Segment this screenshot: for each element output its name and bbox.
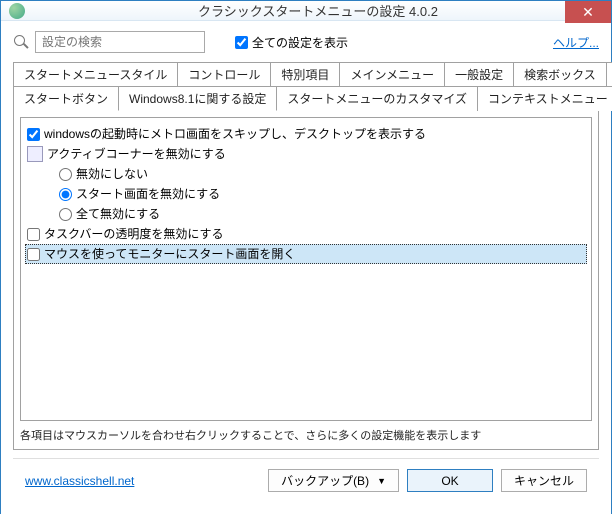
settings-tree: windowsの起動時にメトロ画面をスキップし、デスクトップを表示する アクティ… [20, 117, 592, 421]
radio-none[interactable]: 無効にしない [25, 164, 587, 184]
show-all-checkbox[interactable]: 全ての設定を表示 [235, 34, 348, 51]
tab-strip: スタートメニュースタイル コントロール 特別項目 メインメニュー 一般設定 検索… [13, 61, 599, 110]
taskbar-trans-checkbox[interactable] [27, 228, 40, 241]
search-icon [13, 34, 29, 50]
radio-none-input[interactable] [59, 168, 72, 181]
ok-button[interactable]: OK [407, 469, 493, 492]
cancel-button[interactable]: キャンセル [501, 469, 587, 492]
radio-disable-all-input[interactable] [59, 208, 72, 221]
window-title: クラシックスタートメニューの設定 4.0.2 [25, 1, 611, 20]
setting-disable-corner[interactable]: アクティブコーナーを無効にする [25, 144, 587, 164]
tab-context[interactable]: コンテキストメニュー [477, 86, 612, 111]
mouse-open-label: マウスを使ってモニターにスタート画面を開く [44, 245, 295, 263]
tab-main-menu[interactable]: メインメニュー [339, 62, 445, 86]
tab-start-button[interactable]: スタートボタン [13, 86, 119, 111]
show-all-checkbox-input[interactable] [235, 36, 248, 49]
search-input[interactable] [35, 31, 205, 53]
taskbar-trans-label: タスクバーの透明度を無効にする [44, 225, 224, 243]
radio-disable-all[interactable]: 全て無効にする [25, 204, 587, 224]
tab-control[interactable]: コントロール [177, 62, 271, 86]
setting-mouse-open[interactable]: マウスを使ってモニターにスタート画面を開く [25, 244, 587, 264]
tab-customize[interactable]: スタートメニューのカスタマイズ [276, 86, 478, 111]
tab-search-box[interactable]: 検索ボックス [513, 62, 607, 86]
disable-corner-label: アクティブコーナーを無効にする [47, 145, 226, 163]
hint-text: 各項目はマウスカーソルを合わせ右クリックすることで、さらに多くの設定機能を表示し… [20, 427, 592, 443]
close-button[interactable]: ✕ [565, 1, 611, 23]
tab-row-2: スタートボタン Windows8.1に関する設定 スタートメニューのカスタマイズ… [13, 85, 599, 110]
tab-appearance[interactable]: メニューの外観 [606, 62, 612, 86]
tab-win81[interactable]: Windows8.1に関する設定 [118, 86, 277, 111]
website-link[interactable]: www.classicshell.net [25, 474, 134, 488]
show-all-label: 全ての設定を表示 [252, 34, 348, 51]
setting-skip-metro[interactable]: windowsの起動時にメトロ画面をスキップし、デスクトップを表示する [25, 124, 587, 144]
mouse-open-checkbox[interactable] [27, 248, 40, 261]
tab-row-1: スタートメニュースタイル コントロール 特別項目 メインメニュー 一般設定 検索… [13, 61, 599, 85]
group-icon [27, 146, 43, 162]
tab-special[interactable]: 特別項目 [270, 62, 340, 86]
backup-label: バックアップ(B) [281, 472, 369, 489]
radio-disable-start[interactable]: スタート画面を無効にする [25, 184, 587, 204]
app-icon [9, 3, 25, 19]
footer: www.classicshell.net バックアップ(B) ▼ OK キャンセ… [13, 458, 599, 504]
tab-panel: windowsの起動時にメトロ画面をスキップし、デスクトップを表示する アクティ… [13, 110, 599, 450]
topbar: 全ての設定を表示 ヘルプ... [13, 31, 599, 53]
setting-taskbar-trans[interactable]: タスクバーの透明度を無効にする [25, 224, 587, 244]
radio-disable-all-label: 全て無効にする [76, 205, 160, 223]
skip-metro-checkbox[interactable] [27, 128, 40, 141]
radio-none-label: 無効にしない [76, 165, 148, 183]
titlebar: クラシックスタートメニューの設定 4.0.2 ✕ [1, 1, 611, 21]
client-area: 全ての設定を表示 ヘルプ... スタートメニュースタイル コントロール 特別項目… [1, 21, 611, 514]
help-link[interactable]: ヘルプ... [553, 34, 599, 51]
dropdown-caret-icon: ▼ [377, 476, 386, 486]
radio-disable-start-input[interactable] [59, 188, 72, 201]
skip-metro-label: windowsの起動時にメトロ画面をスキップし、デスクトップを表示する [44, 125, 426, 143]
radio-disable-start-label: スタート画面を無効にする [76, 185, 220, 203]
tab-start-style[interactable]: スタートメニュースタイル [13, 62, 178, 86]
settings-window: クラシックスタートメニューの設定 4.0.2 ✕ 全ての設定を表示 ヘルプ...… [0, 0, 612, 514]
backup-button[interactable]: バックアップ(B) ▼ [268, 469, 399, 492]
tab-general[interactable]: 一般設定 [444, 62, 514, 86]
